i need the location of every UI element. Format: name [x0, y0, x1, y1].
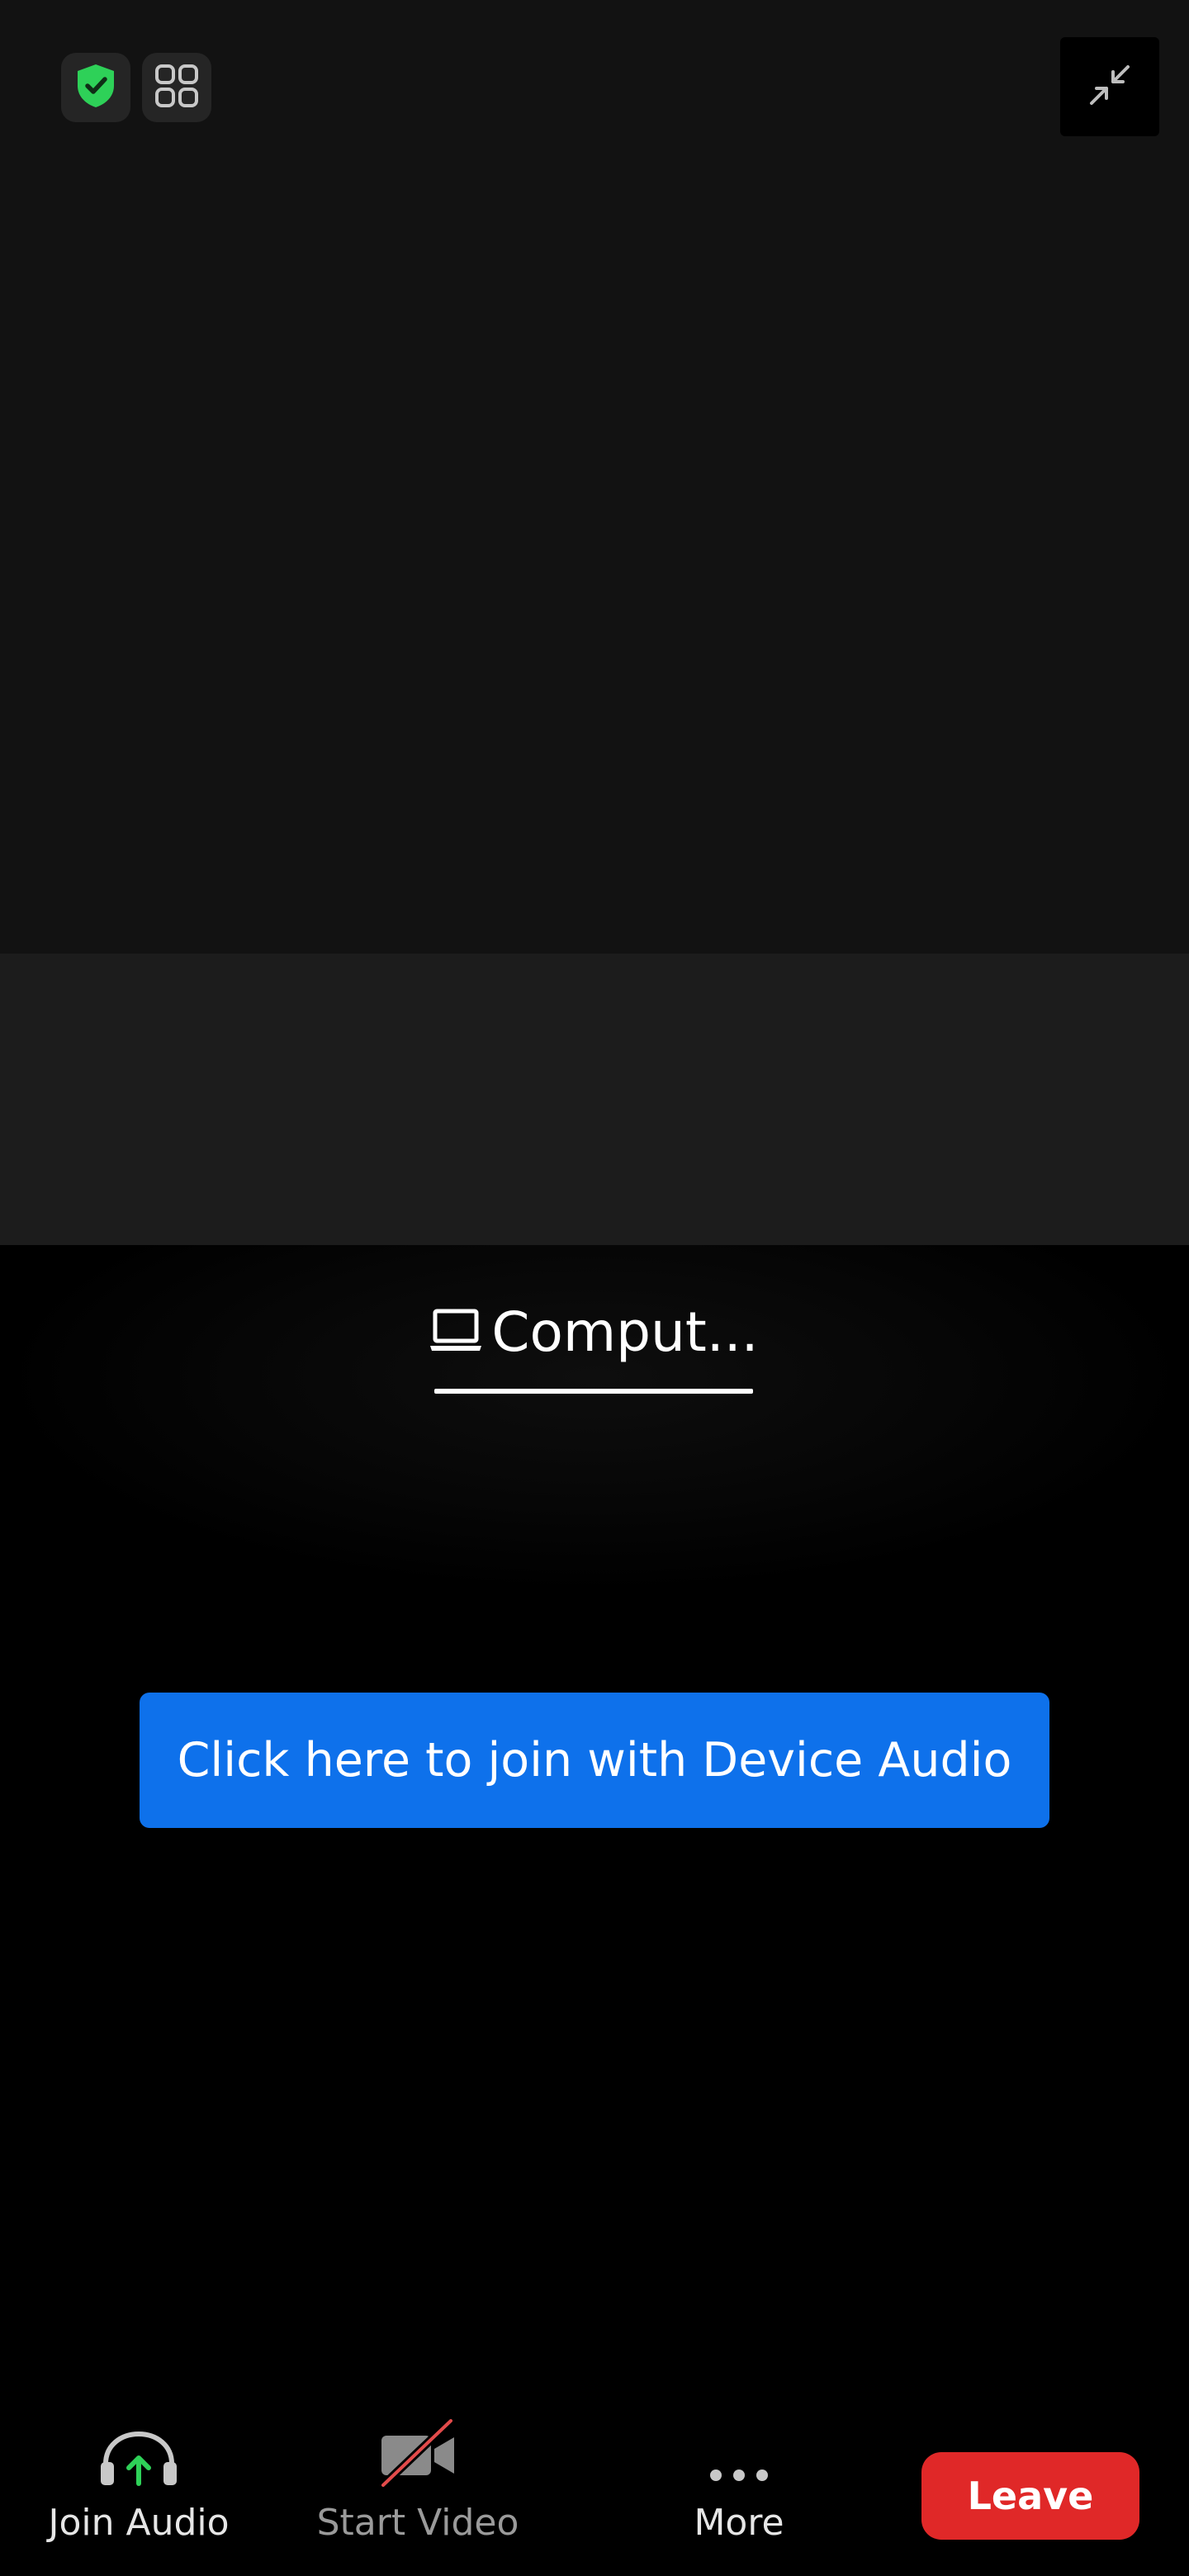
start-video-button[interactable]: Start Video [310, 2401, 525, 2576]
join-audio-label: Join Audio [48, 2502, 230, 2544]
tab-computer-audio-label: Comput... [491, 1300, 759, 1364]
headphones-arrow-up-icon [99, 2429, 178, 2492]
video-strip [0, 954, 1189, 1245]
join-device-audio-button[interactable]: Click here to join with Device Audio [140, 1693, 1049, 1828]
audio-options-panel: Comput... Click here to join with Device… [0, 1245, 1189, 2401]
minimize-button[interactable] [1060, 37, 1159, 136]
join-audio-button[interactable]: Join Audio [40, 2401, 238, 2576]
video-off-icon [377, 2417, 459, 2492]
security-button[interactable] [61, 53, 130, 122]
grid-view-icon [154, 63, 200, 112]
leave-button[interactable]: Leave [921, 2452, 1139, 2540]
meeting-video-area [0, 0, 1189, 954]
laptop-icon [429, 1308, 483, 1357]
tab-computer-audio[interactable]: Comput... [430, 1295, 759, 1394]
ellipsis-icon [706, 2455, 772, 2492]
minimize-arrows-icon [1087, 62, 1133, 111]
start-video-label: Start Video [316, 2502, 519, 2544]
more-label: More [694, 2502, 784, 2544]
active-tab-indicator [434, 1388, 753, 1394]
meeting-toolbar: Join Audio Start Video More Leave [0, 2401, 1189, 2576]
more-button[interactable]: More [644, 2401, 834, 2576]
layout-view-button[interactable] [142, 53, 211, 122]
shield-check-icon [74, 63, 117, 112]
top-left-controls [61, 53, 211, 122]
